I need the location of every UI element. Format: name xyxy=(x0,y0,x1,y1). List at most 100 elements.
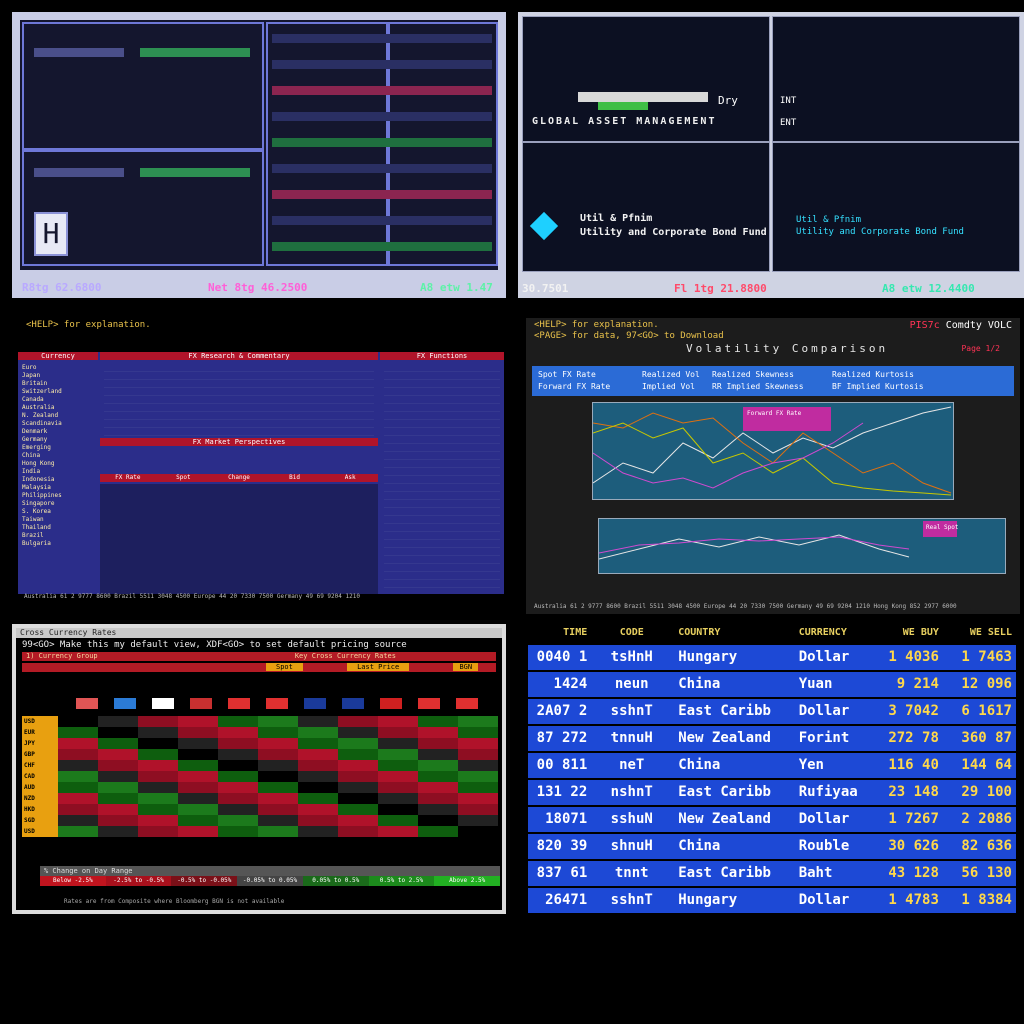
matrix-cell[interactable] xyxy=(458,804,498,815)
matrix-cell[interactable] xyxy=(58,782,98,793)
matrix-cell[interactable] xyxy=(378,771,418,782)
matrix-cell[interactable] xyxy=(378,749,418,760)
matrix-cell[interactable] xyxy=(258,716,298,727)
matrix-cell[interactable] xyxy=(418,727,458,738)
matrix-cell[interactable] xyxy=(218,826,258,837)
currency-list-item[interactable]: Euro xyxy=(22,364,96,372)
currency-list-item[interactable]: Philippines xyxy=(22,492,96,500)
matrix-cell[interactable] xyxy=(138,738,178,749)
matrix-cell[interactable] xyxy=(138,804,178,815)
option-rr-skew[interactable]: RR Implied Skewness xyxy=(712,382,804,391)
matrix-cell[interactable] xyxy=(298,793,338,804)
matrix-cell[interactable] xyxy=(378,782,418,793)
currency-list-item[interactable]: Brazil xyxy=(22,532,96,540)
matrix-cell[interactable] xyxy=(138,793,178,804)
matrix-cell[interactable] xyxy=(418,793,458,804)
matrix-cell[interactable] xyxy=(218,727,258,738)
matrix-cell[interactable] xyxy=(298,727,338,738)
matrix-cell[interactable] xyxy=(98,749,138,760)
currency-list-item[interactable]: Canada xyxy=(22,396,96,404)
matrix-cell[interactable] xyxy=(458,815,498,826)
matrix-cell[interactable] xyxy=(58,716,98,727)
matrix-cell[interactable] xyxy=(178,826,218,837)
matrix-cell[interactable] xyxy=(258,782,298,793)
matrix-cell[interactable] xyxy=(298,771,338,782)
matrix-cell[interactable] xyxy=(98,738,138,749)
matrix-cell[interactable] xyxy=(178,716,218,727)
matrix-cell[interactable] xyxy=(418,738,458,749)
option-forward-fx[interactable]: Forward FX Rate xyxy=(538,382,610,391)
matrix-cell[interactable] xyxy=(138,815,178,826)
matrix-cell[interactable] xyxy=(218,804,258,815)
currency-list-item[interactable]: Singapore xyxy=(22,500,96,508)
matrix-cell[interactable] xyxy=(378,760,418,771)
matrix-cell[interactable] xyxy=(98,815,138,826)
matrix-cell[interactable] xyxy=(218,716,258,727)
matrix-cell[interactable] xyxy=(418,815,458,826)
matrix-cell[interactable] xyxy=(338,760,378,771)
matrix-cell[interactable] xyxy=(458,771,498,782)
matrix-cell[interactable] xyxy=(98,771,138,782)
matrix-cell[interactable] xyxy=(298,716,338,727)
matrix-cell[interactable] xyxy=(178,782,218,793)
matrix-cell[interactable] xyxy=(58,815,98,826)
matrix-cell[interactable] xyxy=(58,760,98,771)
matrix-cell[interactable] xyxy=(418,760,458,771)
matrix-cell[interactable] xyxy=(378,815,418,826)
matrix-cell[interactable] xyxy=(98,782,138,793)
matrix-cell[interactable] xyxy=(378,793,418,804)
currency-list-item[interactable]: Britain xyxy=(22,380,96,388)
matrix-cell[interactable] xyxy=(458,793,498,804)
option-spot-fx[interactable]: Spot FX Rate xyxy=(538,370,596,379)
matrix-cell[interactable] xyxy=(458,760,498,771)
matrix-cell[interactable] xyxy=(58,749,98,760)
matrix-cell[interactable] xyxy=(98,727,138,738)
matrix-cell[interactable] xyxy=(138,727,178,738)
matrix-cell[interactable] xyxy=(338,815,378,826)
currency-group-menu[interactable]: 1) Currency Group xyxy=(26,652,98,660)
matrix-cell[interactable] xyxy=(218,815,258,826)
matrix-cell[interactable] xyxy=(178,749,218,760)
matrix-cell[interactable] xyxy=(138,749,178,760)
matrix-cell[interactable] xyxy=(458,727,498,738)
matrix-cell[interactable] xyxy=(138,782,178,793)
matrix-cell[interactable] xyxy=(378,716,418,727)
matrix-cell[interactable] xyxy=(58,771,98,782)
matrix-cell[interactable] xyxy=(218,793,258,804)
currency-list-item[interactable]: China xyxy=(22,452,96,460)
matrix-cell[interactable] xyxy=(58,738,98,749)
option-realized-vol[interactable]: Realized Vol xyxy=(642,370,700,379)
matrix-cell[interactable] xyxy=(258,749,298,760)
matrix-cell[interactable] xyxy=(178,727,218,738)
currency-list-item[interactable]: N. Zealand xyxy=(22,412,96,420)
currency-list-item[interactable]: Emerging xyxy=(22,444,96,452)
matrix-cell[interactable] xyxy=(258,727,298,738)
matrix-cell[interactable] xyxy=(258,771,298,782)
rate-dropdown[interactable]: Spot xyxy=(266,663,303,671)
matrix-cell[interactable] xyxy=(418,716,458,727)
matrix-cell[interactable] xyxy=(378,804,418,815)
matrix-cell[interactable] xyxy=(138,760,178,771)
matrix-cell[interactable] xyxy=(138,826,178,837)
matrix-cell[interactable] xyxy=(338,749,378,760)
pricing-dropdown[interactable]: Last Price xyxy=(347,663,410,671)
currency-list-item[interactable]: Malaysia xyxy=(22,484,96,492)
matrix-cell[interactable] xyxy=(218,749,258,760)
matrix-cell[interactable] xyxy=(298,738,338,749)
matrix-cell[interactable] xyxy=(418,771,458,782)
matrix-cell[interactable] xyxy=(338,716,378,727)
matrix-cell[interactable] xyxy=(338,727,378,738)
matrix-cell[interactable] xyxy=(218,760,258,771)
matrix-cell[interactable] xyxy=(298,804,338,815)
matrix-cell[interactable] xyxy=(178,793,218,804)
matrix-cell[interactable] xyxy=(458,738,498,749)
matrix-cell[interactable] xyxy=(378,738,418,749)
currency-list-item[interactable]: Taiwan xyxy=(22,516,96,524)
matrix-cell[interactable] xyxy=(258,826,298,837)
matrix-cell[interactable] xyxy=(458,782,498,793)
matrix-cell[interactable] xyxy=(338,793,378,804)
matrix-cell[interactable] xyxy=(298,826,338,837)
matrix-cell[interactable] xyxy=(418,782,458,793)
matrix-cell[interactable] xyxy=(418,826,458,837)
matrix-cell[interactable] xyxy=(298,782,338,793)
